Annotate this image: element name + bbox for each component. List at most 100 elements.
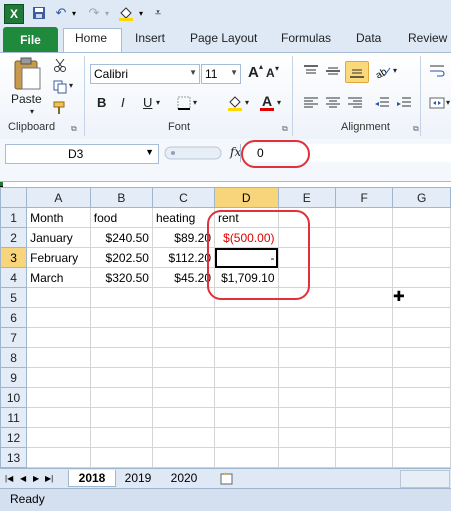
align-center-icon[interactable] xyxy=(323,94,343,112)
cell-B6[interactable] xyxy=(89,307,153,328)
customize-qat-icon[interactable]: ⩡ xyxy=(153,4,163,22)
underline-dropdown-icon[interactable]: ▾ xyxy=(156,98,160,107)
alignment-launcher-icon[interactable]: ⧉ xyxy=(413,124,419,134)
merge-dropdown-icon[interactable]: ▾ xyxy=(446,98,450,107)
tab-home[interactable]: Home xyxy=(75,31,107,45)
tab-page-layout[interactable]: Page Layout xyxy=(190,31,257,45)
cell-F7[interactable] xyxy=(334,327,394,348)
cell-F13[interactable] xyxy=(334,447,394,468)
cell-F8[interactable] xyxy=(334,347,394,368)
tab-review[interactable]: Review xyxy=(408,31,447,45)
row-header[interactable]: 5 xyxy=(0,287,28,308)
cell-F1[interactable] xyxy=(334,207,394,228)
redo-icon[interactable]: ↷ xyxy=(86,4,102,22)
cell-B11[interactable] xyxy=(89,407,153,428)
name-box[interactable]: D3 ▼ xyxy=(5,144,159,164)
cell-G10[interactable] xyxy=(392,387,451,408)
cell-D13[interactable] xyxy=(214,447,279,468)
cell-C11[interactable] xyxy=(151,407,216,428)
cell-G3[interactable] xyxy=(392,247,451,268)
sheet-tab-2019[interactable]: 2019 xyxy=(117,470,159,486)
cell-E6[interactable] xyxy=(277,307,336,328)
name-box-dropdown-icon[interactable]: ▼ xyxy=(145,147,154,157)
cell-F5[interactable] xyxy=(334,287,394,308)
next-sheet-icon[interactable]: ▶ xyxy=(33,470,39,486)
tab-insert[interactable]: Insert xyxy=(135,31,165,45)
cell-C3[interactable]: $112.20 xyxy=(151,247,216,268)
cell-B10[interactable] xyxy=(89,387,153,408)
cell-G4[interactable] xyxy=(392,267,451,288)
orientation-icon[interactable]: ab xyxy=(373,62,393,80)
cell-F11[interactable] xyxy=(334,407,394,428)
cell-F10[interactable] xyxy=(334,387,394,408)
cell-D11[interactable] xyxy=(214,407,279,428)
select-all-corner[interactable] xyxy=(0,187,28,208)
sheet-tab-2020[interactable]: 2020 xyxy=(163,470,205,486)
fill-color-icon[interactable] xyxy=(226,94,244,112)
cell-F12[interactable] xyxy=(334,427,394,448)
cell-E9[interactable] xyxy=(277,367,336,388)
cell-B1[interactable]: food xyxy=(89,207,153,228)
paste-label[interactable]: Paste xyxy=(11,92,42,106)
cell-A4[interactable]: March xyxy=(26,267,91,288)
cell-G1[interactable] xyxy=(392,207,451,228)
cell-F6[interactable] xyxy=(334,307,394,328)
cell-G8[interactable] xyxy=(392,347,451,368)
prev-sheet-icon[interactable]: ◀ xyxy=(20,470,26,486)
cell-B9[interactable] xyxy=(89,367,153,388)
wrap-text-icon[interactable] xyxy=(428,62,446,80)
cell-C1[interactable]: heating xyxy=(151,207,216,228)
align-left-icon[interactable] xyxy=(301,94,321,112)
sheet-tab-2018[interactable]: 2018 xyxy=(68,470,116,487)
cell-F9[interactable] xyxy=(334,367,394,388)
row-header[interactable]: 6 xyxy=(0,307,28,328)
cell-A8[interactable] xyxy=(26,347,91,368)
font-name-select[interactable]: Calibri ▼ xyxy=(90,64,200,84)
horizontal-scrollbar[interactable] xyxy=(400,470,450,488)
paste-dropdown-icon[interactable]: ▾ xyxy=(30,107,34,116)
bold-button[interactable]: B xyxy=(97,95,106,110)
tab-data[interactable]: Data xyxy=(356,31,381,45)
cell-D12[interactable] xyxy=(214,427,279,448)
merge-center-icon[interactable] xyxy=(428,94,446,112)
cell-A2[interactable]: January xyxy=(26,227,91,248)
cell-F4[interactable] xyxy=(334,267,394,288)
cell-D7[interactable] xyxy=(214,327,279,348)
font-size-dropdown-icon[interactable]: ▼ xyxy=(230,68,238,77)
row-header[interactable]: 4 xyxy=(0,267,28,288)
cell-E10[interactable] xyxy=(277,387,336,408)
cell-A1[interactable]: Month xyxy=(26,207,91,228)
cell-E8[interactable] xyxy=(277,347,336,368)
row-header[interactable]: 7 xyxy=(0,327,28,348)
copy-icon[interactable] xyxy=(52,79,68,95)
cell-A13[interactable] xyxy=(26,447,91,468)
row-header[interactable]: 9 xyxy=(0,367,28,388)
column-header[interactable]: B xyxy=(89,187,153,208)
cell-C6[interactable] xyxy=(151,307,216,328)
cell-C8[interactable] xyxy=(151,347,216,368)
cell-A11[interactable] xyxy=(26,407,91,428)
cell-G9[interactable] xyxy=(392,367,451,388)
italic-button[interactable]: I xyxy=(121,95,125,110)
font-name-dropdown-icon[interactable]: ▼ xyxy=(189,68,197,77)
align-top-icon[interactable] xyxy=(301,62,321,80)
cell-F2[interactable] xyxy=(334,227,394,248)
column-header[interactable]: F xyxy=(334,187,394,208)
cell-E7[interactable] xyxy=(277,327,336,348)
cell-E12[interactable] xyxy=(277,427,336,448)
clipboard-launcher-icon[interactable]: ⧉ xyxy=(71,124,77,134)
cell-D6[interactable] xyxy=(214,307,279,328)
fill-color-dropdown-icon[interactable]: ▾ xyxy=(245,98,249,107)
formula-bar-splitter[interactable] xyxy=(163,145,223,161)
cell-C7[interactable] xyxy=(151,327,216,348)
cell-B12[interactable] xyxy=(89,427,153,448)
cell-G11[interactable] xyxy=(392,407,451,428)
cell-C12[interactable] xyxy=(151,427,216,448)
column-header[interactable]: C xyxy=(151,187,216,208)
cell-C4[interactable]: $45.20 xyxy=(151,267,216,288)
cell-B7[interactable] xyxy=(89,327,153,348)
font-color-dropdown-icon[interactable]: ▾ xyxy=(277,98,281,107)
row-header[interactable]: 11 xyxy=(0,407,28,428)
borders-dropdown-icon[interactable]: ▾ xyxy=(193,98,197,107)
format-painter-icon[interactable] xyxy=(52,100,68,116)
